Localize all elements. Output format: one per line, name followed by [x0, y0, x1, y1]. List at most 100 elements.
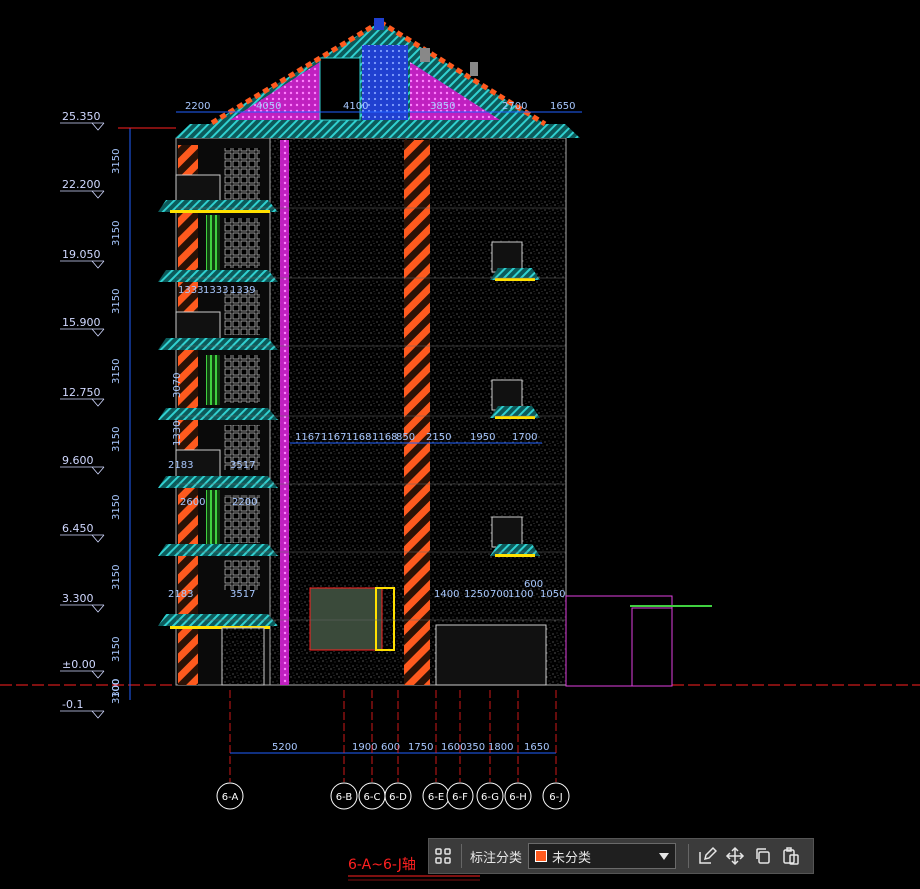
bottom-dim-label: 1900 — [352, 742, 377, 753]
grid-icon[interactable] — [429, 842, 457, 870]
top-dim-label: 4050 — [256, 101, 281, 112]
inner-dim-label: 1950 — [470, 432, 495, 443]
floor-height-label: 3150 — [111, 495, 122, 520]
bottom-dim-label: 1750 — [408, 742, 433, 753]
axis-label: 6-E — [428, 792, 444, 803]
roof — [175, 18, 580, 138]
floor-height-label: 100 — [111, 679, 122, 698]
floor-height-label: 3150 — [111, 149, 122, 174]
elevation-marker-icon — [91, 604, 105, 613]
bottom-dim-label: 350 — [466, 742, 485, 753]
inner-dim-label: 1333 — [203, 285, 228, 296]
elevation-label: 6.450 — [62, 522, 94, 535]
inner-dim-label: 3070 — [172, 373, 183, 398]
elevation-label: 19.050 — [62, 248, 101, 261]
paste-icon[interactable] — [777, 842, 805, 870]
floor-height-label: 3150 — [111, 289, 122, 314]
elevation-label: 22.200 — [62, 178, 101, 191]
bottom-dim-label: 1600 — [441, 742, 466, 753]
inner-dim-label: 1339 — [230, 285, 255, 296]
green-strip-1 — [206, 215, 220, 275]
axis-label: 6-C — [364, 792, 381, 803]
category-select-value: 未分类 — [552, 850, 592, 866]
floor-height-label: 3150 — [111, 427, 122, 452]
inner-dim-label: 1168 — [346, 432, 371, 443]
category-color-swatch — [535, 850, 548, 862]
axis-label: 6-J — [549, 792, 562, 803]
green-strip-3 — [206, 490, 220, 545]
inner-dim-label: 1700 — [512, 432, 537, 443]
top-dim-label: 1650 — [550, 101, 575, 112]
elevation-label: ±0.00 — [62, 658, 96, 671]
inner-dim-label: 1100 — [508, 589, 533, 600]
annotation-toolbar: 标注分类 未分类 — [428, 838, 814, 874]
annotation-category-select[interactable]: 未分类 — [528, 843, 677, 869]
axis-label: 6-H — [509, 792, 527, 803]
magenta-column — [280, 140, 289, 685]
edit-icon[interactable] — [693, 842, 721, 870]
inner-dim-label: 2183 — [168, 460, 193, 471]
axis-label: 6-A — [222, 792, 239, 803]
inner-dim-label: 1400 — [434, 589, 459, 600]
elevation-marker-icon — [91, 190, 105, 199]
elevation-label: 9.600 — [62, 454, 94, 467]
toolbar-separator — [461, 844, 462, 868]
inner-dim-label: 700 — [490, 589, 509, 600]
chevron-down-icon — [659, 852, 670, 860]
elevation-marker-icon — [91, 328, 105, 337]
inner-dim-label: 3517 — [230, 460, 255, 471]
elevation-marker-icon — [91, 670, 105, 679]
elevation-marker-icon — [91, 534, 105, 543]
floor-height-label: 3150 — [111, 221, 122, 246]
bottom-dim-label: 1800 — [488, 742, 513, 753]
elevation-marker-icon — [91, 398, 105, 407]
elevation-marker-icon — [91, 710, 105, 719]
inner-dim-label: 3517 — [230, 589, 255, 600]
elevation-marker-icon — [91, 466, 105, 475]
bottom-dim-label: 600 — [381, 742, 400, 753]
elevation-label: 12.750 — [62, 386, 101, 399]
green-strip-2 — [206, 355, 220, 405]
inner-dim-label: 600 — [524, 579, 543, 590]
inner-dim-label: 1168 — [372, 432, 397, 443]
axis-label: 6-F — [452, 792, 468, 803]
elevation-marker-icon — [91, 122, 105, 131]
axis-label: 6-G — [481, 792, 499, 803]
top-dim-label: 4100 — [343, 101, 368, 112]
axis-label: 6-B — [336, 792, 353, 803]
inner-dim-label: 1330 — [172, 421, 183, 446]
top-dim-label: 3850 — [430, 101, 455, 112]
toolbar-separator — [688, 844, 690, 868]
orange-column-center — [404, 140, 430, 685]
elevation-label: 3.300 — [62, 592, 94, 605]
inner-dim-label: 2183 — [168, 589, 193, 600]
inner-dim-label: 1333 — [178, 285, 203, 296]
elevation-labels: 25.350 22.200 19.050 15.900 12.750 9.600 6.450… — [60, 110, 105, 719]
axis-label: 6-D — [389, 792, 407, 803]
inner-dim-label: 1050 — [540, 589, 565, 600]
inner-dim-label: 2150 — [426, 432, 451, 443]
inner-dim-label: 850 — [396, 432, 415, 443]
elevation-label: -0.1 — [62, 698, 83, 711]
annotation-category-label: 标注分类 — [470, 850, 523, 866]
inner-dim-label: 2600 — [180, 497, 205, 508]
inner-dim-label: 1167 — [321, 432, 346, 443]
floor-height-label: 3150 — [111, 359, 122, 384]
cad-drawing-canvas[interactable]: 25.350 22.200 19.050 15.900 12.750 9.600 6.450… — [0, 0, 920, 889]
drawing-title: 6-A~6-J轴 — [348, 857, 416, 873]
inner-dim-label: 2200 — [232, 497, 257, 508]
bottom-dim-label: 1650 — [524, 742, 549, 753]
move-icon[interactable] — [721, 842, 749, 870]
floor-height-label: 3150 — [111, 565, 122, 590]
copy-icon[interactable] — [749, 842, 777, 870]
bottom-dimensions: 5200 1900 600 1750 1600 350 1800 1650 — [230, 742, 556, 754]
top-dim-label: 2200 — [185, 101, 210, 112]
elevation-marker-icon — [91, 260, 105, 269]
floor-heights: 315031503150315031503150315031503300100 — [111, 149, 122, 704]
elevation-label: 25.350 — [62, 110, 101, 123]
floor-height-label: 3150 — [111, 637, 122, 662]
inner-dim-label: 1250 — [464, 589, 489, 600]
bottom-dim-label: 5200 — [272, 742, 297, 753]
top-dim-label: 2700 — [502, 101, 527, 112]
inner-dim-label: 1167 — [295, 432, 320, 443]
